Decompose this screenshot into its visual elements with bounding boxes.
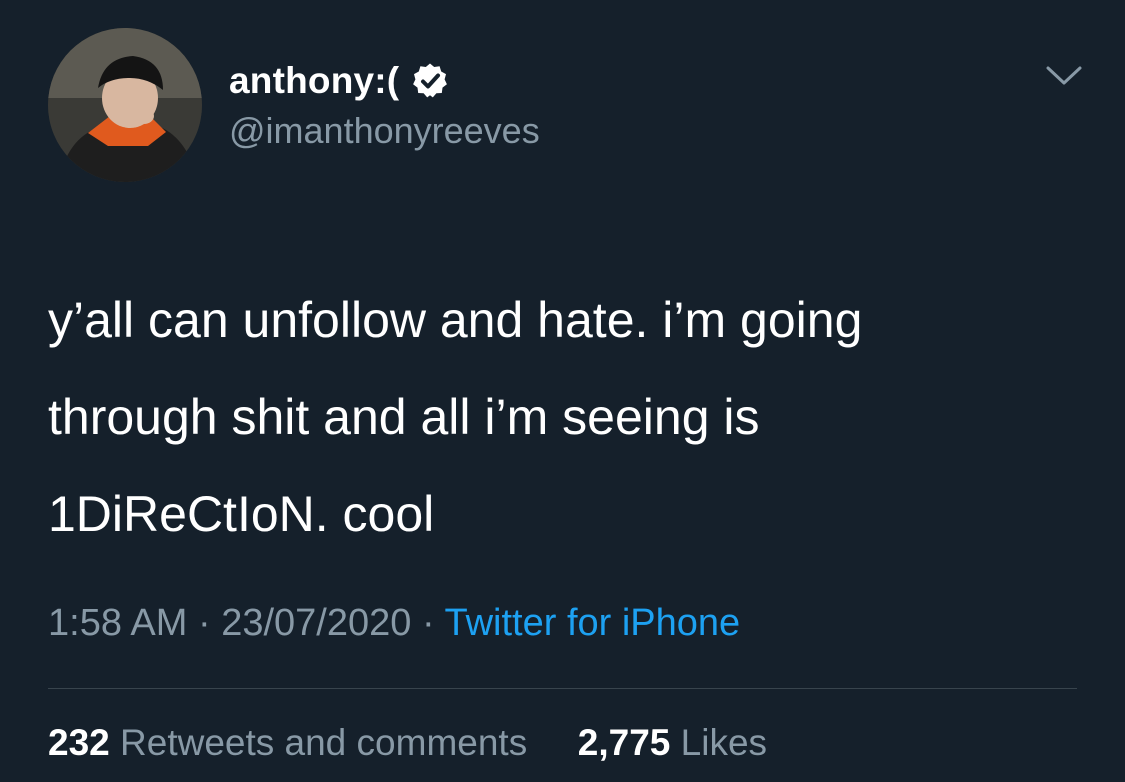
retweets-count: 232 — [48, 722, 110, 763]
avatar-image — [48, 28, 202, 182]
tweet-source-link[interactable]: Twitter for iPhone — [444, 602, 740, 644]
chevron-down-icon[interactable] — [1044, 62, 1084, 90]
likes-stat[interactable]: 2,775 Likes — [578, 722, 767, 763]
meta-separator: · — [421, 602, 435, 644]
avatar[interactable] — [48, 28, 202, 182]
tweet-text: y’all can unfollow and hate. i’m going t… — [48, 272, 1088, 563]
tweet-time[interactable]: 1:58 AM — [48, 602, 187, 644]
likes-label: Likes — [680, 722, 768, 763]
divider — [48, 688, 1077, 689]
verified-badge-icon — [411, 62, 449, 100]
user-handle[interactable]: @imanthonyreeves — [229, 110, 540, 152]
likes-count: 2,775 — [577, 722, 671, 763]
tweet-meta: 1:58 AM · 23/07/2020 · Twitter for iPhon… — [48, 602, 740, 645]
retweets-stat[interactable]: 232 Retweets and comments — [48, 722, 537, 763]
tweet-date[interactable]: 23/07/2020 — [221, 602, 411, 644]
display-name[interactable]: anthony:( — [229, 60, 399, 102]
display-name-row[interactable]: anthony:( — [229, 56, 449, 106]
tweet-text-line: through shit and all i’m seeing is — [48, 389, 760, 445]
tweet-card: anthony:( @imanthonyreeves y’all can unf… — [0, 0, 1125, 782]
tweet-text-line: y’all can unfollow and hate. i’m going — [48, 292, 863, 348]
tweet-stats: 232 Retweets and comments 2,775 Likes — [48, 722, 767, 764]
retweets-label: Retweets and comments — [120, 722, 528, 763]
tweet-text-line: 1DiReCtIoN. cool — [48, 486, 435, 542]
meta-separator: · — [197, 602, 211, 644]
